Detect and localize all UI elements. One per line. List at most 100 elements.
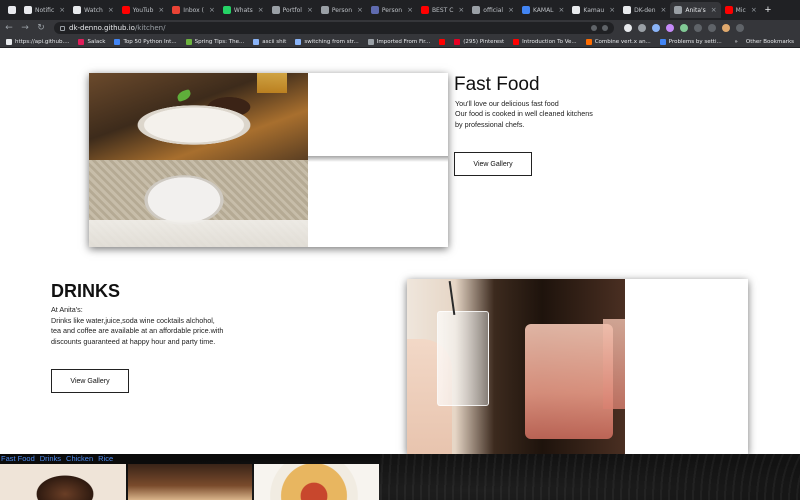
bookmark-label: Combine vert.x an... bbox=[594, 38, 651, 45]
bookmark-item[interactable]: Imported From Fir... bbox=[367, 38, 430, 45]
tab-close-icon[interactable]: × bbox=[609, 6, 615, 14]
bookmarks-more-button[interactable]: » bbox=[735, 39, 738, 45]
browser-tab[interactable]: official × bbox=[468, 2, 518, 18]
tab-close-icon[interactable]: × bbox=[407, 6, 413, 14]
tab-close-icon[interactable]: × bbox=[751, 6, 757, 14]
drinks-view-gallery-button[interactable]: View Gallery bbox=[51, 369, 129, 393]
tab-favicon-icon bbox=[172, 6, 181, 14]
extension-icon[interactable] bbox=[680, 24, 688, 32]
tab-close-icon[interactable]: × bbox=[209, 6, 215, 14]
tab-close-icon[interactable]: × bbox=[307, 6, 313, 14]
water-glass bbox=[437, 311, 489, 406]
bookmark-item[interactable]: (295) Pinterest bbox=[454, 38, 505, 45]
fast-food-line: Our food is cooked in well cleaned kitch… bbox=[455, 109, 593, 119]
bookmark-item[interactable]: https://api.github.... bbox=[6, 38, 70, 45]
bookmark-favicon-icon bbox=[585, 38, 592, 45]
tab-favicon-icon bbox=[674, 6, 683, 14]
lock-icon bbox=[60, 25, 65, 31]
menu-dots-icon[interactable] bbox=[736, 24, 744, 32]
bookmark-item[interactable]: Spring Tips: The... bbox=[185, 38, 244, 45]
tab-label: KAMAL bbox=[532, 6, 554, 14]
bookmark-star-icon[interactable] bbox=[602, 25, 608, 31]
extension-icon[interactable] bbox=[666, 24, 674, 32]
extension-icon[interactable] bbox=[638, 24, 646, 32]
browser-tab[interactable]: Anita's × bbox=[670, 2, 721, 18]
tab-label: official bbox=[483, 6, 504, 14]
bookmarks-bar: https://api.github.... Salack Top 50 Pytho… bbox=[0, 36, 800, 48]
browser-tab[interactable]: BEST C × bbox=[417, 2, 468, 18]
tab-close-icon[interactable]: × bbox=[661, 6, 667, 14]
card-shadow bbox=[308, 156, 448, 162]
tab-close-icon[interactable]: × bbox=[458, 6, 464, 14]
new-tab-button[interactable]: + bbox=[765, 4, 771, 16]
bookmark-favicon-icon bbox=[454, 38, 461, 45]
tab-close-icon[interactable]: × bbox=[158, 6, 164, 14]
bookmark-item[interactable]: ascii shit bbox=[253, 38, 286, 45]
tab-label: Anita's bbox=[685, 6, 706, 14]
bookmark-item[interactable]: Top 50 Python Int... bbox=[114, 38, 177, 45]
browser-tab[interactable]: KAMAL × bbox=[518, 2, 568, 18]
drinks-line: At Anita's: bbox=[51, 305, 83, 314]
tab-close-icon[interactable]: × bbox=[258, 6, 264, 14]
gallery-nav-chicken[interactable]: Chicken bbox=[66, 454, 93, 463]
tab-label: Notific bbox=[35, 6, 55, 14]
reload-icon[interactable]: ↻ bbox=[34, 23, 48, 33]
browser-tab[interactable]: YouTub × bbox=[118, 2, 169, 18]
tab-close-icon[interactable]: × bbox=[357, 6, 363, 14]
tab-close-icon[interactable]: × bbox=[59, 6, 65, 14]
browser-tab[interactable]: Mic × bbox=[721, 2, 761, 18]
share-icon[interactable] bbox=[591, 25, 597, 31]
address-bar[interactable]: dk-denno.github.io/kitchen/ bbox=[54, 22, 614, 34]
tab-label: Whats bbox=[233, 6, 253, 14]
avatar[interactable] bbox=[722, 24, 730, 32]
browser-tab[interactable]: Kamau × bbox=[568, 2, 619, 18]
browser-tab[interactable]: Notific × bbox=[20, 2, 69, 18]
extension-icon[interactable] bbox=[624, 24, 632, 32]
gallery-nav-drinks[interactable]: Drinks bbox=[40, 454, 61, 463]
other-bookmarks-folder[interactable]: Other Bookmarks bbox=[746, 39, 794, 45]
reading-list-icon[interactable] bbox=[708, 24, 716, 32]
browser-tab[interactable]: Inbox (× bbox=[168, 2, 219, 18]
bookmark-item[interactable]: Combine vert.x an... bbox=[585, 38, 651, 45]
bookmark-label: switching from str... bbox=[304, 38, 359, 45]
extension-icon[interactable] bbox=[652, 24, 660, 32]
tab-favicon-icon bbox=[420, 6, 429, 14]
browser-tab[interactable]: Person × bbox=[367, 2, 417, 18]
bookmark-label: https://api.github.... bbox=[15, 38, 70, 45]
tab-label: Watch bbox=[84, 6, 103, 14]
fast-food-view-gallery-button[interactable]: View Gallery bbox=[454, 152, 532, 176]
browser-tab[interactable]: DK-den × bbox=[619, 2, 670, 18]
bookmark-label: (295) Pinterest bbox=[463, 38, 505, 45]
fast-food-line: You'll love our delicious fast food bbox=[455, 99, 559, 108]
browser-tab[interactable]: Watch × bbox=[69, 2, 118, 18]
tab-favicon-icon bbox=[271, 6, 280, 14]
browser-toolbar: ← → ↻ dk-denno.github.io/kitchen/ bbox=[0, 20, 800, 36]
tab-close-icon[interactable]: × bbox=[711, 6, 717, 14]
browser-tab[interactable]: Portfol × bbox=[268, 2, 317, 18]
bookmark-item[interactable] bbox=[439, 38, 446, 45]
gallery-nav-fast-food[interactable]: Fast Food bbox=[1, 454, 35, 463]
bookmark-label: Problems by setti... bbox=[668, 38, 722, 45]
browser-tab[interactable]: Whats × bbox=[219, 2, 268, 18]
bookmark-item[interactable]: Problems by setti... bbox=[659, 38, 722, 45]
gallery-thumbnail[interactable] bbox=[0, 464, 126, 500]
tab-close-icon[interactable]: × bbox=[108, 6, 114, 14]
back-icon[interactable]: ← bbox=[2, 23, 16, 33]
fast-food-line: by professional chefs. bbox=[455, 119, 525, 129]
gallery-thumbnail[interactable] bbox=[254, 464, 379, 500]
bookmark-favicon-icon bbox=[114, 38, 121, 45]
tab-label: Person bbox=[331, 6, 353, 14]
browser-tab[interactable]: Person × bbox=[317, 2, 367, 18]
browser-tab[interactable] bbox=[4, 2, 20, 18]
bookmark-item[interactable]: switching from str... bbox=[295, 38, 359, 45]
forward-icon[interactable]: → bbox=[18, 23, 32, 33]
bookmark-item[interactable]: Salack bbox=[78, 38, 105, 45]
gallery-nav-rice[interactable]: Rice bbox=[98, 454, 113, 463]
tab-close-icon[interactable]: × bbox=[559, 6, 565, 14]
bookmarks-right: » Other Bookmarks bbox=[735, 39, 800, 45]
bookmark-item[interactable]: Introduction To Ve... bbox=[513, 38, 577, 45]
tab-close-icon[interactable]: × bbox=[508, 6, 514, 14]
gallery-thumbnail[interactable] bbox=[128, 464, 252, 500]
puzzle-icon[interactable] bbox=[694, 24, 702, 32]
tab-label: Person bbox=[381, 6, 403, 14]
